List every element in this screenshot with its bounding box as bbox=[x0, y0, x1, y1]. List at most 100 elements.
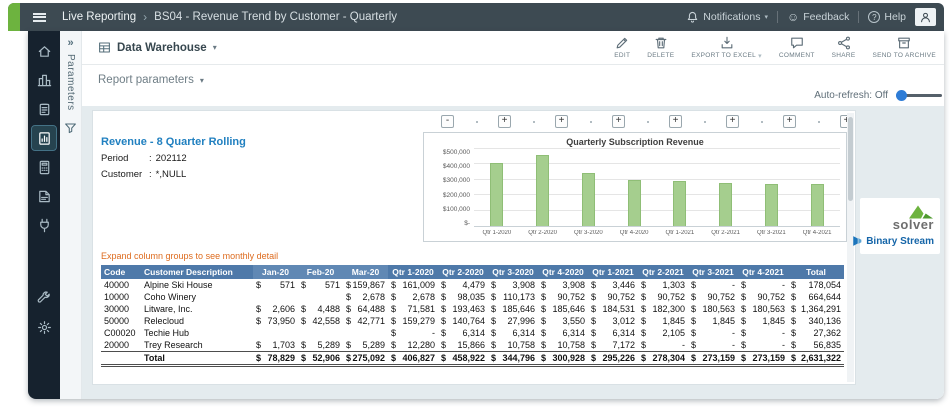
column-header: Qtr 3-2020 bbox=[488, 265, 538, 279]
table-row: 40000Alpine Ski House$571$571$159,867$16… bbox=[101, 279, 844, 291]
param-value: *,NULL bbox=[156, 169, 187, 180]
amount-cell: $3,550 bbox=[538, 315, 588, 327]
sidebar-item-home[interactable] bbox=[32, 39, 56, 63]
amount-cell: $90,752 bbox=[538, 291, 588, 303]
bar-slot bbox=[611, 149, 657, 226]
expand-group-button[interactable]: + bbox=[555, 115, 568, 128]
x-axis-label: Qtr 4-2020 bbox=[611, 230, 657, 236]
menu-icon[interactable] bbox=[33, 13, 46, 22]
amount-cell: $2,678 bbox=[343, 291, 388, 303]
notifications-label: Notifications bbox=[703, 11, 760, 23]
toggle-knob bbox=[896, 90, 907, 101]
amount-cell: $6,314 bbox=[588, 327, 638, 339]
sidebar-item-calculator[interactable] bbox=[32, 155, 56, 179]
filter-icon[interactable] bbox=[64, 122, 77, 140]
chart-y-axis: $500,000$400,000$300,000$200,000$100,000… bbox=[430, 149, 474, 239]
sidebar-item-integrations[interactable] bbox=[32, 213, 56, 237]
tools-icon bbox=[37, 291, 52, 306]
column-header: Feb-20 bbox=[298, 265, 343, 279]
gear-icon bbox=[37, 320, 52, 335]
home-icon bbox=[37, 44, 52, 59]
edit-button[interactable]: EDIT bbox=[614, 36, 630, 59]
collapse-group-button[interactable]: - bbox=[441, 115, 454, 128]
amount-cell: $90,752 bbox=[688, 291, 738, 303]
amount-cell: $90,752 bbox=[588, 291, 638, 303]
amount-cell: $178,054 bbox=[788, 279, 844, 291]
user-menu-button[interactable] bbox=[915, 8, 936, 26]
smiley-icon: ☺ bbox=[787, 11, 799, 23]
code-cell: 50000 bbox=[101, 315, 141, 327]
column-header: Jan-20 bbox=[253, 265, 298, 279]
binary-stream-logo: Binary Stream bbox=[851, 235, 934, 247]
vendor-logos: solver Binary Stream bbox=[860, 198, 940, 254]
expand-group-button[interactable]: + bbox=[726, 115, 739, 128]
column-header: Mar-20 bbox=[343, 265, 388, 279]
expand-group-button[interactable]: + bbox=[669, 115, 682, 128]
divider bbox=[858, 11, 859, 23]
chevron-down-icon[interactable]: ▾ bbox=[200, 76, 204, 85]
amount-cell: $- bbox=[688, 339, 738, 352]
table-row: 10000Coho Winery$2,678$2,678$98,035$110,… bbox=[101, 291, 844, 303]
help-button[interactable]: ? Help bbox=[868, 11, 906, 23]
data-source-selector[interactable]: Data Warehouse ▾ bbox=[98, 41, 217, 54]
outline-dot bbox=[533, 121, 535, 123]
y-tick-label: $500,000 bbox=[443, 149, 470, 156]
expand-group-button[interactable]: + bbox=[498, 115, 511, 128]
trash-icon bbox=[654, 36, 668, 50]
column-header: Qtr 4-2021 bbox=[738, 265, 788, 279]
y-tick-label: $- bbox=[464, 220, 470, 227]
report-parameters-label[interactable]: Report parameters bbox=[98, 74, 194, 86]
total-label-cell: Total bbox=[141, 352, 253, 366]
sidebar-item-settings[interactable] bbox=[32, 315, 56, 339]
expand-group-button[interactable]: + bbox=[612, 115, 625, 128]
report-parameters-bar: Report parameters ▾ bbox=[82, 65, 944, 88]
feedback-button[interactable]: ☺ Feedback bbox=[787, 11, 849, 23]
column-header: Total bbox=[788, 265, 844, 279]
chevron-down-icon: ▾ bbox=[758, 52, 762, 60]
chart-bar bbox=[765, 184, 778, 226]
amount-cell: $182,300 bbox=[638, 303, 688, 315]
breadcrumb-section[interactable]: Live Reporting bbox=[62, 11, 136, 23]
sidebar-item-documents[interactable] bbox=[32, 184, 56, 208]
comment-button[interactable]: COMMENT bbox=[779, 36, 815, 59]
amount-cell: $180,563 bbox=[688, 303, 738, 315]
column-header: Qtr 3-2021 bbox=[688, 265, 738, 279]
feedback-label: Feedback bbox=[803, 11, 849, 23]
report-header-area: Revenue - 8 Quarter Rolling Period:20211… bbox=[101, 132, 847, 244]
amount-cell: $12,280 bbox=[388, 339, 438, 352]
amount-cell: $73,950 bbox=[253, 315, 298, 327]
send-to-archive-button[interactable]: SEND TO ARCHIVE bbox=[873, 36, 937, 59]
vertical-scrollbar[interactable] bbox=[847, 113, 854, 382]
amount-cell: $15,866 bbox=[438, 339, 488, 352]
amount-cell bbox=[343, 327, 388, 339]
table-row: 30000Litware, Inc.$2,606$4,488$64,488$71… bbox=[101, 303, 844, 315]
expand-parameters-button[interactable]: » bbox=[67, 37, 73, 49]
export-to-excel-button[interactable]: EXPORT TO EXCEL▾ bbox=[691, 36, 762, 60]
outline-dot bbox=[590, 121, 592, 123]
amount-cell: $- bbox=[688, 279, 738, 291]
calculator-icon bbox=[37, 160, 52, 175]
amount-cell: $- bbox=[738, 279, 788, 291]
sidebar-item-companies[interactable] bbox=[32, 68, 56, 92]
amount-cell: $- bbox=[738, 327, 788, 339]
amount-cell bbox=[253, 291, 298, 303]
delete-button[interactable]: DELETE bbox=[647, 36, 674, 59]
sidebar-item-tools[interactable] bbox=[32, 286, 56, 310]
sidebar-item-tasks[interactable] bbox=[32, 97, 56, 121]
notifications-button[interactable]: Notifications ▾ bbox=[686, 11, 768, 24]
action-label: SHARE bbox=[832, 52, 856, 59]
page: Live Reporting › BS04 - Revenue Trend by… bbox=[0, 0, 950, 407]
y-tick-label: $300,000 bbox=[443, 177, 470, 184]
amount-cell: $71,581 bbox=[388, 303, 438, 315]
amount-cell: $- bbox=[738, 339, 788, 352]
total-amount-cell: $344,796 bbox=[488, 352, 538, 366]
pencil-icon bbox=[615, 36, 629, 50]
table-header-row: CodeCustomer DescriptionJan-20Feb-20Mar-… bbox=[101, 265, 844, 279]
expand-group-button[interactable]: + bbox=[783, 115, 796, 128]
auto-refresh-toggle[interactable] bbox=[896, 94, 942, 97]
help-label: Help bbox=[884, 11, 906, 23]
share-button[interactable]: SHARE bbox=[832, 36, 856, 59]
sidebar-item-reports[interactable] bbox=[32, 126, 56, 150]
bar-slot bbox=[703, 149, 749, 226]
book-icon bbox=[37, 189, 52, 204]
